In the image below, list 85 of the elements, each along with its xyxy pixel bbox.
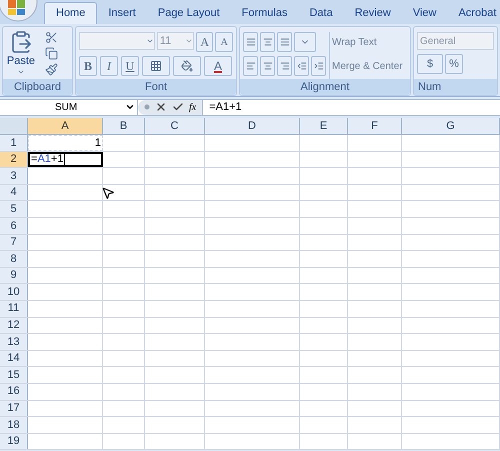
borders-button[interactable] xyxy=(142,56,170,76)
row-header[interactable]: 2 xyxy=(0,152,28,168)
row-header[interactable]: 1 xyxy=(0,135,28,151)
row-header[interactable]: 9 xyxy=(0,268,28,284)
font-name-field[interactable] xyxy=(79,32,155,50)
grip-icon xyxy=(144,104,150,110)
align-right-icon xyxy=(280,61,290,71)
row-header[interactable]: 5 xyxy=(0,201,28,217)
align-top-button[interactable] xyxy=(243,32,258,52)
name-box[interactable]: SUM xyxy=(0,100,138,114)
cancel-icon[interactable] xyxy=(155,101,167,113)
column-header[interactable]: E xyxy=(300,118,348,134)
table-cell[interactable]: 1 xyxy=(28,135,103,151)
formula-field[interactable]: =A1+1 xyxy=(202,100,500,114)
ribbon-tab[interactable]: Page Layout xyxy=(146,2,231,24)
currency-button[interactable]: $ xyxy=(417,54,443,74)
group-label: Alignment xyxy=(300,80,350,95)
row-header[interactable]: 16 xyxy=(0,384,28,400)
format-painter-icon xyxy=(45,62,58,76)
ribbon-tab[interactable]: Formulas xyxy=(230,2,298,24)
increase-indent-icon xyxy=(314,61,324,71)
italic-button[interactable]: I xyxy=(100,56,118,76)
row-header[interactable]: 6 xyxy=(0,218,28,234)
underline-button[interactable]: U xyxy=(121,56,139,76)
row-header[interactable]: 10 xyxy=(0,284,28,300)
dropdown-icon xyxy=(184,37,193,45)
bold-button[interactable]: B xyxy=(79,56,97,76)
row-header[interactable]: 14 xyxy=(0,350,28,366)
row-header[interactable]: 12 xyxy=(0,318,28,334)
align-right-button[interactable] xyxy=(277,56,292,76)
cut-icon xyxy=(45,30,58,44)
ribbon-tab[interactable]: Review xyxy=(344,2,402,24)
ribbon-tab[interactable]: Home xyxy=(44,2,98,24)
group-label: Clipboard xyxy=(14,80,62,95)
column-header[interactable]: A xyxy=(28,118,103,134)
column-header[interactable]: B xyxy=(103,118,145,134)
copy-icon xyxy=(45,46,58,60)
row-header[interactable]: 15 xyxy=(0,367,28,383)
column-header[interactable]: D xyxy=(205,118,300,134)
paint-bucket-icon xyxy=(181,60,193,72)
ribbon-tab[interactable]: Insert xyxy=(97,2,147,24)
align-center-icon xyxy=(262,61,272,71)
font-color-button[interactable]: A xyxy=(204,56,232,76)
paste-button[interactable]: Paste xyxy=(6,55,36,68)
table-cell[interactable]: =A1+1 xyxy=(28,152,103,168)
lines-icon xyxy=(280,37,290,47)
group-label: Font xyxy=(144,80,167,95)
increase-indent-button[interactable] xyxy=(311,56,326,76)
mouse-pointer-icon xyxy=(101,186,115,200)
align-left-button[interactable] xyxy=(243,56,258,76)
insert-function-button[interactable]: fx xyxy=(189,100,196,114)
ribbon-tab[interactable]: Acrobat xyxy=(447,2,500,24)
column-header[interactable]: F xyxy=(348,118,402,134)
row-header[interactable]: 11 xyxy=(0,300,28,317)
dropdown-icon xyxy=(17,68,25,76)
align-center-button[interactable] xyxy=(260,56,275,76)
office-logo-icon[interactable] xyxy=(0,0,40,22)
lines-icon xyxy=(262,37,272,47)
decrease-indent-button[interactable] xyxy=(294,56,309,76)
align-left-icon xyxy=(246,61,256,71)
group-label: Num xyxy=(418,80,442,95)
fill-color-button[interactable] xyxy=(173,56,201,76)
column-header[interactable]: G xyxy=(402,118,500,134)
grow-font-button[interactable]: A xyxy=(196,32,214,52)
dropdown-icon xyxy=(146,37,154,45)
ribbon-tab[interactable]: Data xyxy=(298,2,344,24)
row-header[interactable]: 7 xyxy=(0,234,28,250)
paste-icon xyxy=(9,29,33,55)
row-header[interactable]: 8 xyxy=(0,251,28,267)
row-header[interactable]: 18 xyxy=(0,417,28,433)
grid-icon xyxy=(150,60,162,72)
row-header[interactable]: 13 xyxy=(0,334,28,350)
column-header[interactable]: C xyxy=(145,118,205,134)
row-header[interactable]: 4 xyxy=(0,184,28,200)
align-bottom-button[interactable] xyxy=(277,32,292,52)
shrink-font-button[interactable]: A xyxy=(215,32,233,52)
enter-icon[interactable] xyxy=(172,101,184,113)
align-middle-button[interactable] xyxy=(260,32,275,52)
ribbon-tab[interactable]: View xyxy=(402,2,448,24)
decrease-indent-icon xyxy=(296,61,306,71)
row-header[interactable]: 3 xyxy=(0,168,28,184)
lines-icon xyxy=(246,37,256,47)
row-header[interactable]: 17 xyxy=(0,400,28,416)
row-header[interactable]: 19 xyxy=(0,434,28,450)
percent-button[interactable]: % xyxy=(445,54,463,74)
